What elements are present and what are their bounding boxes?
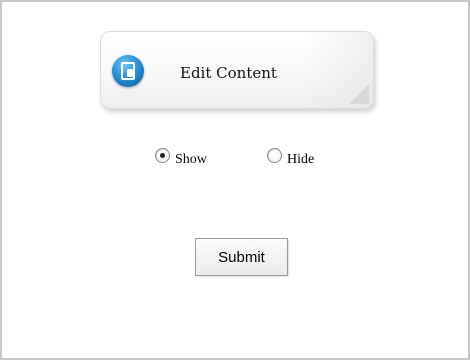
document-glyph-overlay bbox=[127, 69, 133, 77]
submit-button[interactable]: Submit bbox=[195, 238, 288, 276]
content-frame: Edit Content Show Hide Submit bbox=[0, 0, 470, 360]
edit-content-header: Edit Content bbox=[100, 31, 374, 109]
header-corner-fold bbox=[349, 84, 369, 104]
radio-show[interactable] bbox=[155, 148, 170, 163]
radio-label-hide[interactable]: Hide bbox=[287, 152, 314, 168]
radio-label-show[interactable]: Show bbox=[175, 152, 207, 168]
radio-selected-dot bbox=[160, 153, 165, 158]
radio-hide[interactable] bbox=[267, 148, 282, 163]
edit-content-icon bbox=[112, 55, 144, 87]
page-title: Edit Content bbox=[180, 64, 277, 82]
